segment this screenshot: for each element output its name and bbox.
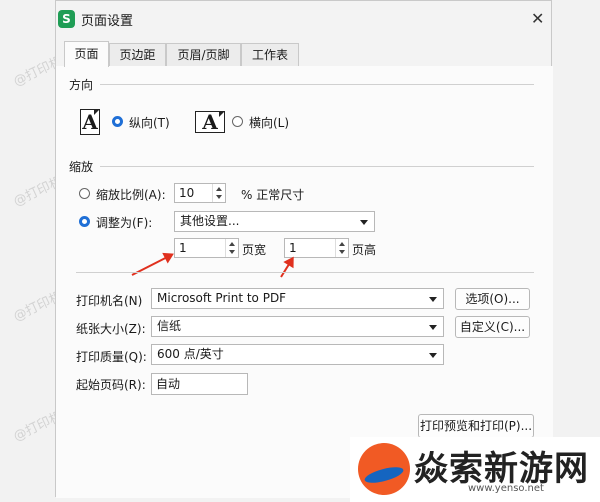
landscape-radio[interactable] [232, 116, 243, 127]
scale-radio[interactable] [79, 188, 90, 199]
logo-mark-icon [358, 443, 410, 495]
start-page-label: 起始页码(R): [76, 378, 146, 392]
portrait-page-icon: A [80, 109, 100, 135]
landscape-label[interactable]: 横向(L) [249, 114, 289, 131]
pages-tall-value: 1 [289, 241, 297, 255]
scale-suffix: % 正常尺寸 [241, 188, 305, 202]
pages-tall-input[interactable]: 1 [284, 238, 349, 258]
pages-tall-spinner-icon[interactable] [335, 239, 348, 257]
paper-size-select[interactable]: 信纸 [151, 316, 444, 337]
fit-radio[interactable] [79, 216, 90, 227]
printer-name-label: 打印机名(N) [76, 294, 143, 308]
portrait-label[interactable]: 纵向(T) [129, 114, 170, 131]
chevron-down-icon [429, 353, 437, 358]
close-icon[interactable]: ✕ [531, 9, 544, 28]
print-quality-select[interactable]: 600 点/英寸 [151, 344, 444, 365]
scale-spinner-icon[interactable] [212, 184, 225, 202]
annotation-arrow [280, 259, 293, 278]
start-page-input[interactable]: 自动 [151, 373, 248, 395]
site-logo: 焱索新游网 www.yenso.net [350, 437, 600, 502]
scale-label[interactable]: 缩放比例(A): [96, 186, 166, 203]
scaling-label: 缩放 [69, 160, 94, 174]
print-quality-label: 打印质量(Q): [76, 350, 147, 364]
chevron-down-icon [429, 297, 437, 302]
scale-input[interactable]: 10 [174, 183, 226, 203]
divider [76, 272, 534, 273]
print-quality-value: 600 点/英寸 [157, 347, 224, 361]
tab-header-footer[interactable]: 页眉/页脚 [166, 43, 241, 66]
chevron-down-icon [429, 325, 437, 330]
scale-value: 10 [179, 186, 195, 200]
tab-sheet[interactable]: 工作表 [241, 43, 299, 66]
landscape-page-icon: A [195, 111, 225, 133]
custom-button[interactable]: 自定义(C)... [455, 316, 530, 338]
fit-label[interactable]: 调整为(F): [96, 214, 152, 231]
printer-name-select[interactable]: Microsoft Print to PDF [151, 288, 444, 309]
tab-content: 方向 A 纵向(T) A 横向(L) 缩放 缩放比例(A): 10 % 正常尺寸… [56, 66, 553, 498]
options-button[interactable]: 选项(O)... [455, 288, 530, 310]
fit-select[interactable]: 其他设置... [174, 211, 375, 232]
printer-name-value: Microsoft Print to PDF [157, 291, 287, 305]
tab-margins[interactable]: 页边距 [109, 43, 166, 66]
pages-wide-input[interactable]: 1 [174, 238, 239, 258]
divider [100, 166, 534, 167]
orientation-label: 方向 [69, 78, 94, 92]
pages-tall-label: 页高 [352, 243, 377, 257]
tab-page[interactable]: 页面 [64, 41, 109, 67]
chevron-down-icon [360, 220, 368, 225]
print-preview-button[interactable]: 打印预览和打印(P)... [418, 414, 534, 438]
paper-size-label: 纸张大小(Z): [76, 322, 146, 336]
divider [100, 84, 534, 85]
app-icon: S [58, 10, 75, 28]
pages-wide-spinner-icon[interactable] [225, 239, 238, 257]
logo-url: www.yenso.net [468, 483, 544, 494]
dialog-title: 页面设置 [81, 14, 134, 29]
fit-option: 其他设置... [180, 214, 240, 228]
page-setup-dialog: S 页面设置 ✕ 页面 页边距 页眉/页脚 工作表 方向 A 纵向(T) A 横… [55, 0, 553, 498]
start-page-value: 自动 [156, 377, 181, 391]
portrait-radio[interactable] [112, 116, 123, 127]
pages-wide-label: 页宽 [242, 243, 267, 257]
pages-wide-value: 1 [179, 241, 187, 255]
paper-size-value: 信纸 [157, 319, 182, 333]
